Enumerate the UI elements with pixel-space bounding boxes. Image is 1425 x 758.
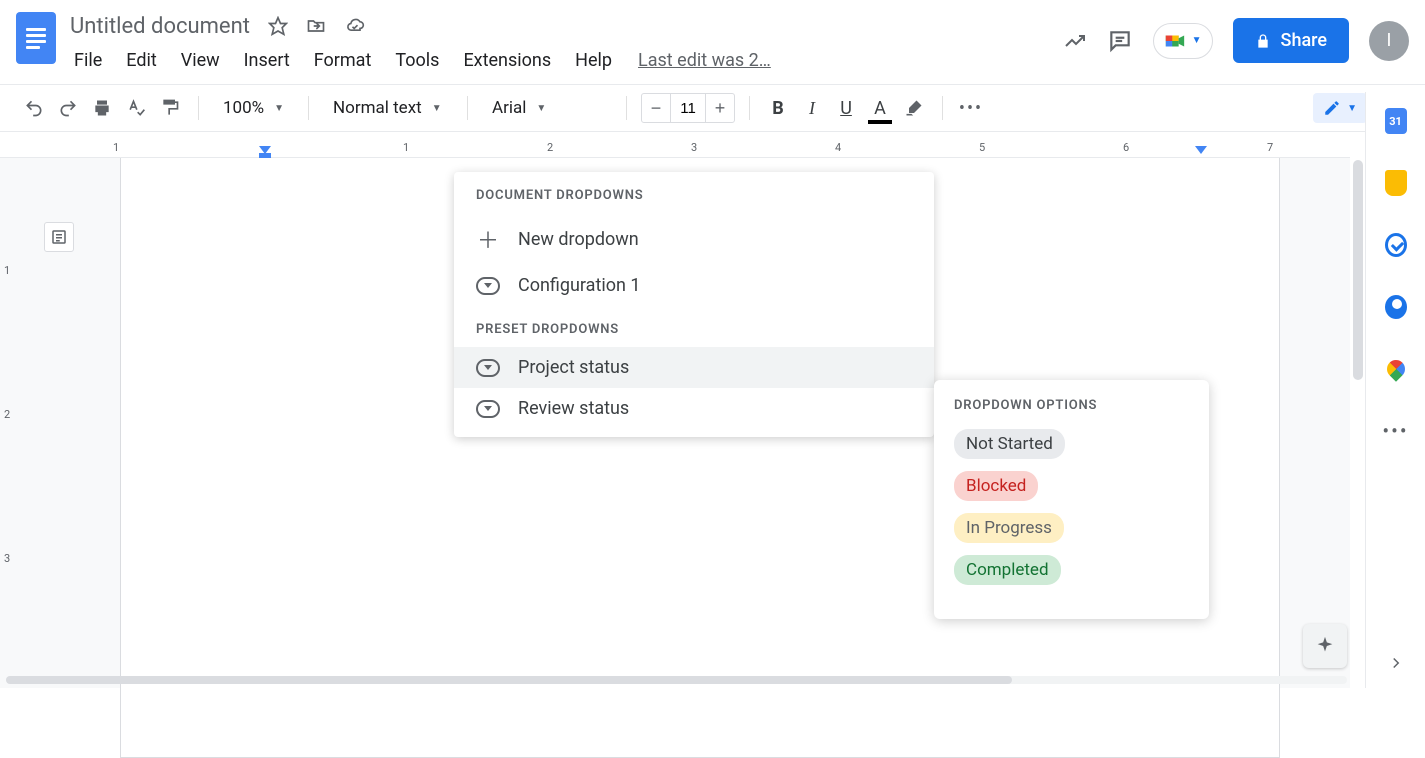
ruler-number: 7 (1267, 141, 1273, 154)
menu-view[interactable]: View (171, 46, 230, 75)
ruler-number: 1 (403, 141, 409, 154)
header-right: ▼ Share I (1063, 8, 1409, 63)
vruler-number: 1 (4, 264, 10, 277)
ruler-number: 1 (113, 141, 119, 154)
contacts-app-icon[interactable] (1385, 296, 1407, 318)
font-size-increase[interactable]: + (706, 94, 734, 122)
menu-tools[interactable]: Tools (385, 46, 449, 75)
last-edit-link[interactable]: Last edit was 2… (638, 50, 771, 71)
calendar-app-icon[interactable]: 31 (1385, 110, 1407, 132)
project-status-item[interactable]: Project status (454, 347, 934, 388)
right-side-panel: 31 ••• (1365, 92, 1425, 688)
move-folder-icon[interactable] (306, 16, 326, 36)
app-header: Untitled document File Edit View Insert … (0, 0, 1425, 76)
bold-button[interactable]: B (764, 94, 792, 122)
italic-button[interactable]: I (798, 94, 826, 122)
font-select[interactable]: Arial▼ (482, 94, 612, 122)
menu-extensions[interactable]: Extensions (453, 46, 561, 75)
configuration-1-item[interactable]: Configuration 1 (454, 265, 934, 306)
ruler-number: 4 (835, 141, 841, 154)
text-color-button[interactable]: A (866, 94, 894, 122)
underline-button[interactable]: U (832, 94, 860, 122)
account-avatar[interactable]: I (1369, 21, 1409, 61)
hide-side-panel-button[interactable] (1387, 654, 1405, 672)
menu-format[interactable]: Format (304, 46, 382, 75)
vertical-scrollbar[interactable] (1353, 160, 1363, 380)
zoom-select[interactable]: 100%▼ (213, 94, 294, 122)
pencil-icon (1323, 99, 1341, 117)
ruler-number: 5 (979, 141, 985, 154)
chip-completed[interactable]: Completed (954, 555, 1061, 585)
toolbar: 100%▼ Normal text▼ Arial▼ − + B I U A ••… (0, 84, 1425, 132)
chip-in-progress[interactable]: In Progress (954, 513, 1064, 543)
review-status-item[interactable]: Review status (454, 388, 934, 429)
title-area: Untitled document File Edit View Insert … (64, 8, 771, 76)
dropdown-section-title: DOCUMENT DROPDOWNS (454, 172, 934, 213)
tasks-app-icon[interactable] (1385, 234, 1407, 256)
menu-bar: File Edit View Insert Format Tools Exten… (64, 44, 771, 76)
ruler-number: 3 (691, 141, 697, 154)
keep-app-icon[interactable] (1385, 172, 1407, 194)
right-indent-marker[interactable] (1195, 146, 1207, 154)
chip-not-started[interactable]: Not Started (954, 429, 1065, 459)
share-button[interactable]: Share (1233, 18, 1349, 63)
undo-button[interactable] (20, 94, 48, 122)
menu-item-label: Review status (518, 398, 629, 419)
new-dropdown-item[interactable]: ＋ New dropdown (454, 213, 934, 265)
ruler-number: 6 (1123, 141, 1129, 154)
document-title[interactable]: Untitled document (64, 12, 256, 41)
plus-icon: ＋ (476, 223, 500, 255)
chip-icon (476, 359, 500, 377)
editing-mode-button[interactable]: ▼ (1313, 93, 1367, 123)
dropdown-section-title: PRESET DROPDOWNS (454, 306, 934, 347)
caret-down-icon: ▼ (1192, 35, 1202, 46)
star-icon[interactable] (268, 16, 288, 36)
chip-icon (476, 400, 500, 418)
horizontal-ruler[interactable]: 1 1 2 3 4 5 6 7 (0, 140, 1350, 158)
paragraph-style-select[interactable]: Normal text▼ (323, 94, 453, 122)
chip-blocked[interactable]: Blocked (954, 471, 1038, 501)
menu-item-label: Configuration 1 (518, 275, 641, 296)
menu-file[interactable]: File (64, 46, 112, 75)
explore-button[interactable] (1303, 624, 1347, 668)
paint-format-button[interactable] (156, 94, 184, 122)
scrollbar-thumb[interactable] (6, 676, 1012, 684)
vruler-number: 2 (4, 408, 10, 421)
chip-icon (476, 277, 500, 295)
maps-app-icon[interactable] (1385, 358, 1407, 380)
font-size-control: − + (641, 93, 735, 123)
redo-button[interactable] (54, 94, 82, 122)
ruler-number: 2 (547, 141, 553, 154)
more-tools-button[interactable]: ••• (957, 94, 985, 122)
cloud-status-icon[interactable] (344, 16, 366, 36)
comments-icon[interactable] (1107, 28, 1133, 54)
menu-help[interactable]: Help (565, 46, 622, 75)
meet-button[interactable]: ▼ (1153, 23, 1213, 59)
docs-logo-icon[interactable] (16, 12, 56, 64)
font-size-input[interactable] (670, 94, 706, 122)
activity-icon[interactable] (1063, 29, 1087, 53)
dropdown-options-submenu: DROPDOWN OPTIONS Not Started Blocked In … (934, 380, 1209, 619)
menu-item-label: Project status (518, 357, 629, 378)
highlight-button[interactable] (900, 94, 928, 122)
sparkle-icon (1314, 635, 1336, 657)
more-addons-icon[interactable]: ••• (1385, 420, 1407, 442)
spellcheck-button[interactable] (122, 94, 150, 122)
menu-item-label: New dropdown (518, 229, 639, 250)
menu-insert[interactable]: Insert (234, 46, 300, 75)
print-button[interactable] (88, 94, 116, 122)
menu-edit[interactable]: Edit (116, 46, 166, 75)
left-indent-marker[interactable] (259, 146, 271, 158)
document-outline-button[interactable] (44, 222, 74, 252)
submenu-title: DROPDOWN OPTIONS (954, 398, 1189, 413)
dropdown-chip-menu: DOCUMENT DROPDOWNS ＋ New dropdown Config… (454, 172, 934, 437)
horizontal-scrollbar[interactable] (6, 676, 1347, 684)
meet-icon (1164, 30, 1186, 52)
share-label: Share (1281, 30, 1327, 51)
vruler-number: 3 (4, 552, 10, 565)
font-size-decrease[interactable]: − (642, 94, 670, 122)
lock-icon (1255, 33, 1271, 49)
